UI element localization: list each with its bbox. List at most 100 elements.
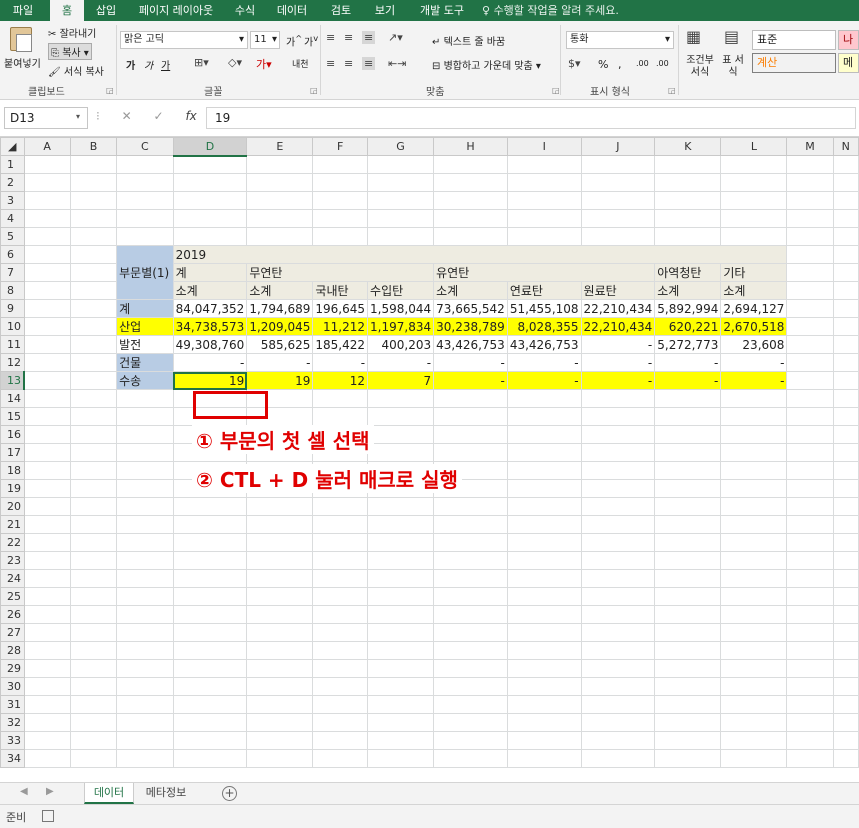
column-header[interactable]: E (246, 137, 314, 156)
row-header[interactable]: 11 (0, 335, 25, 354)
data-cell[interactable]: 30,238,789 (433, 317, 508, 336)
row-header[interactable]: 24 (0, 569, 25, 588)
style-normal[interactable]: 표준 (752, 30, 836, 50)
orientation-icon[interactable]: ↗▾ (388, 31, 403, 44)
data-cell[interactable]: 51,455,108 (506, 299, 582, 318)
number-format-select[interactable]: 통화 ▾ (566, 31, 674, 49)
format-as-table-button[interactable]: 표 서식 (718, 55, 748, 79)
group-header-cell[interactable]: 기타 (720, 263, 788, 282)
alignment-launcher-icon[interactable]: ◲ (552, 86, 560, 95)
column-header[interactable]: A (23, 137, 71, 156)
row-header[interactable]: 5 (0, 227, 25, 246)
font-size-select[interactable]: 11 ▾ (250, 31, 280, 49)
worksheet-grid[interactable]: ◢ A B C D E F G H I J K L M N 1 2 3 4 5 (0, 137, 859, 782)
row-header[interactable]: 6 (0, 245, 25, 264)
subheader-cell[interactable]: 소계 (433, 281, 508, 300)
data-cell[interactable]: 43,426,753 (433, 335, 508, 354)
accounting-icon[interactable]: $▾ (568, 57, 581, 70)
subheader-cell[interactable]: 수입탄 (367, 281, 435, 300)
italic-button[interactable]: 가 (144, 57, 153, 72)
conditional-format-button[interactable]: 조건부 서식 (682, 55, 718, 79)
data-cell[interactable]: 12 (312, 371, 369, 390)
data-cell[interactable]: - (720, 371, 788, 390)
subheader-cell[interactable]: 소계 (654, 281, 722, 300)
font-launcher-icon[interactable]: ◲ (310, 86, 318, 95)
row-header-label-cell[interactable]: 부문별(1) (116, 245, 174, 300)
percent-button[interactable]: % (598, 58, 608, 71)
row-header[interactable]: 23 (0, 551, 25, 570)
row-header[interactable]: 19 (0, 479, 25, 498)
row-header[interactable]: 1 (0, 155, 25, 174)
data-cell[interactable]: - (433, 371, 508, 390)
row-header[interactable]: 4 (0, 209, 25, 228)
data-cell[interactable]: 1,197,834 (367, 317, 435, 336)
row-header[interactable]: 8 (0, 281, 25, 300)
group-header-cell[interactable]: 아역청탄 (654, 263, 722, 282)
tab-data[interactable]: 데이터 (270, 0, 314, 21)
row-header[interactable]: 31 (0, 695, 25, 714)
row-header[interactable]: 26 (0, 605, 25, 624)
cancel-icon[interactable]: ✕ (122, 109, 132, 123)
data-cell[interactable]: 34,738,573 (172, 317, 248, 336)
group-header-cell[interactable]: 유연탄 (433, 263, 656, 282)
align-middle-icon[interactable]: ≡ (344, 31, 353, 44)
data-cell[interactable]: 620,221 (654, 317, 722, 336)
align-left-icon[interactable]: ≡ (326, 57, 335, 70)
wrap-text-button[interactable]: ↵ 텍스트 줄 바꿈 (432, 33, 505, 48)
data-cell[interactable]: 5,272,773 (654, 335, 722, 354)
decrease-decimal-button[interactable]: .00 (656, 59, 669, 68)
data-cell[interactable]: 185,422 (312, 335, 369, 354)
style-bad[interactable]: 나 (838, 30, 859, 50)
tab-formulas[interactable]: 수식 (226, 0, 264, 21)
row-header[interactable]: 15 (0, 407, 25, 426)
data-cell[interactable]: - (312, 353, 369, 372)
style-calculation[interactable]: 계산 (752, 53, 836, 73)
bold-button[interactable]: 가 (126, 57, 135, 72)
phonetic-button[interactable]: 내천 (292, 57, 309, 70)
conditional-format-icon[interactable]: ▦ (686, 27, 701, 46)
subheader-cell[interactable]: 연료탄 (506, 281, 582, 300)
tab-view[interactable]: 보기 (366, 0, 404, 21)
paste-button[interactable]: 붙여넣기 (4, 55, 41, 70)
column-header[interactable]: J (580, 137, 656, 156)
column-header[interactable]: B (69, 137, 118, 156)
group-header-cell[interactable]: 무연탄 (246, 263, 435, 282)
data-cell[interactable]: 1,209,045 (246, 317, 314, 336)
data-cell[interactable]: 2,670,518 (720, 317, 788, 336)
data-cell[interactable]: 1,598,044 (367, 299, 435, 318)
borders-icon[interactable]: ⊞▾ (194, 56, 209, 69)
data-cell[interactable]: 43,426,753 (506, 335, 582, 354)
row-header[interactable]: 20 (0, 497, 25, 516)
sheet-tab-data[interactable]: 데이터 (84, 783, 134, 804)
data-cell[interactable]: 19 (246, 371, 314, 390)
row-header[interactable]: 27 (0, 623, 25, 642)
column-header[interactable]: I (506, 137, 582, 156)
data-cell[interactable]: - (580, 371, 656, 390)
row-header[interactable]: 25 (0, 587, 25, 606)
data-cell[interactable]: - (654, 353, 722, 372)
sector-label-cell[interactable]: 발전 (116, 335, 174, 354)
row-header[interactable]: 29 (0, 659, 25, 678)
column-header[interactable]: N (832, 137, 859, 156)
row-header[interactable]: 28 (0, 641, 25, 660)
comma-button[interactable]: , (618, 58, 622, 71)
align-center-icon[interactable]: ≡ (344, 57, 353, 70)
row-header[interactable]: 14 (0, 389, 25, 408)
row-header[interactable]: 34 (0, 749, 25, 768)
paste-icon[interactable] (10, 27, 32, 52)
row-header[interactable]: 13 (0, 371, 25, 390)
align-bottom-icon[interactable]: ≡ (362, 31, 376, 44)
subheader-cell[interactable]: 소계 (172, 281, 248, 300)
tab-home[interactable]: 홈 (50, 0, 84, 21)
data-cell[interactable]: - (580, 335, 656, 354)
font-color-icon[interactable]: 가▾ (256, 56, 272, 72)
row-header[interactable]: 33 (0, 731, 25, 750)
clipboard-launcher-icon[interactable]: ◲ (106, 86, 114, 95)
column-header[interactable]: F (312, 137, 369, 156)
row-header[interactable]: 9 (0, 299, 25, 318)
data-cell[interactable]: 22,210,434 (580, 299, 656, 318)
row-header[interactable]: 10 (0, 317, 25, 336)
sector-label-cell[interactable]: 건물 (116, 353, 174, 372)
row-header[interactable]: 7 (0, 263, 25, 282)
row-header[interactable]: 22 (0, 533, 25, 552)
